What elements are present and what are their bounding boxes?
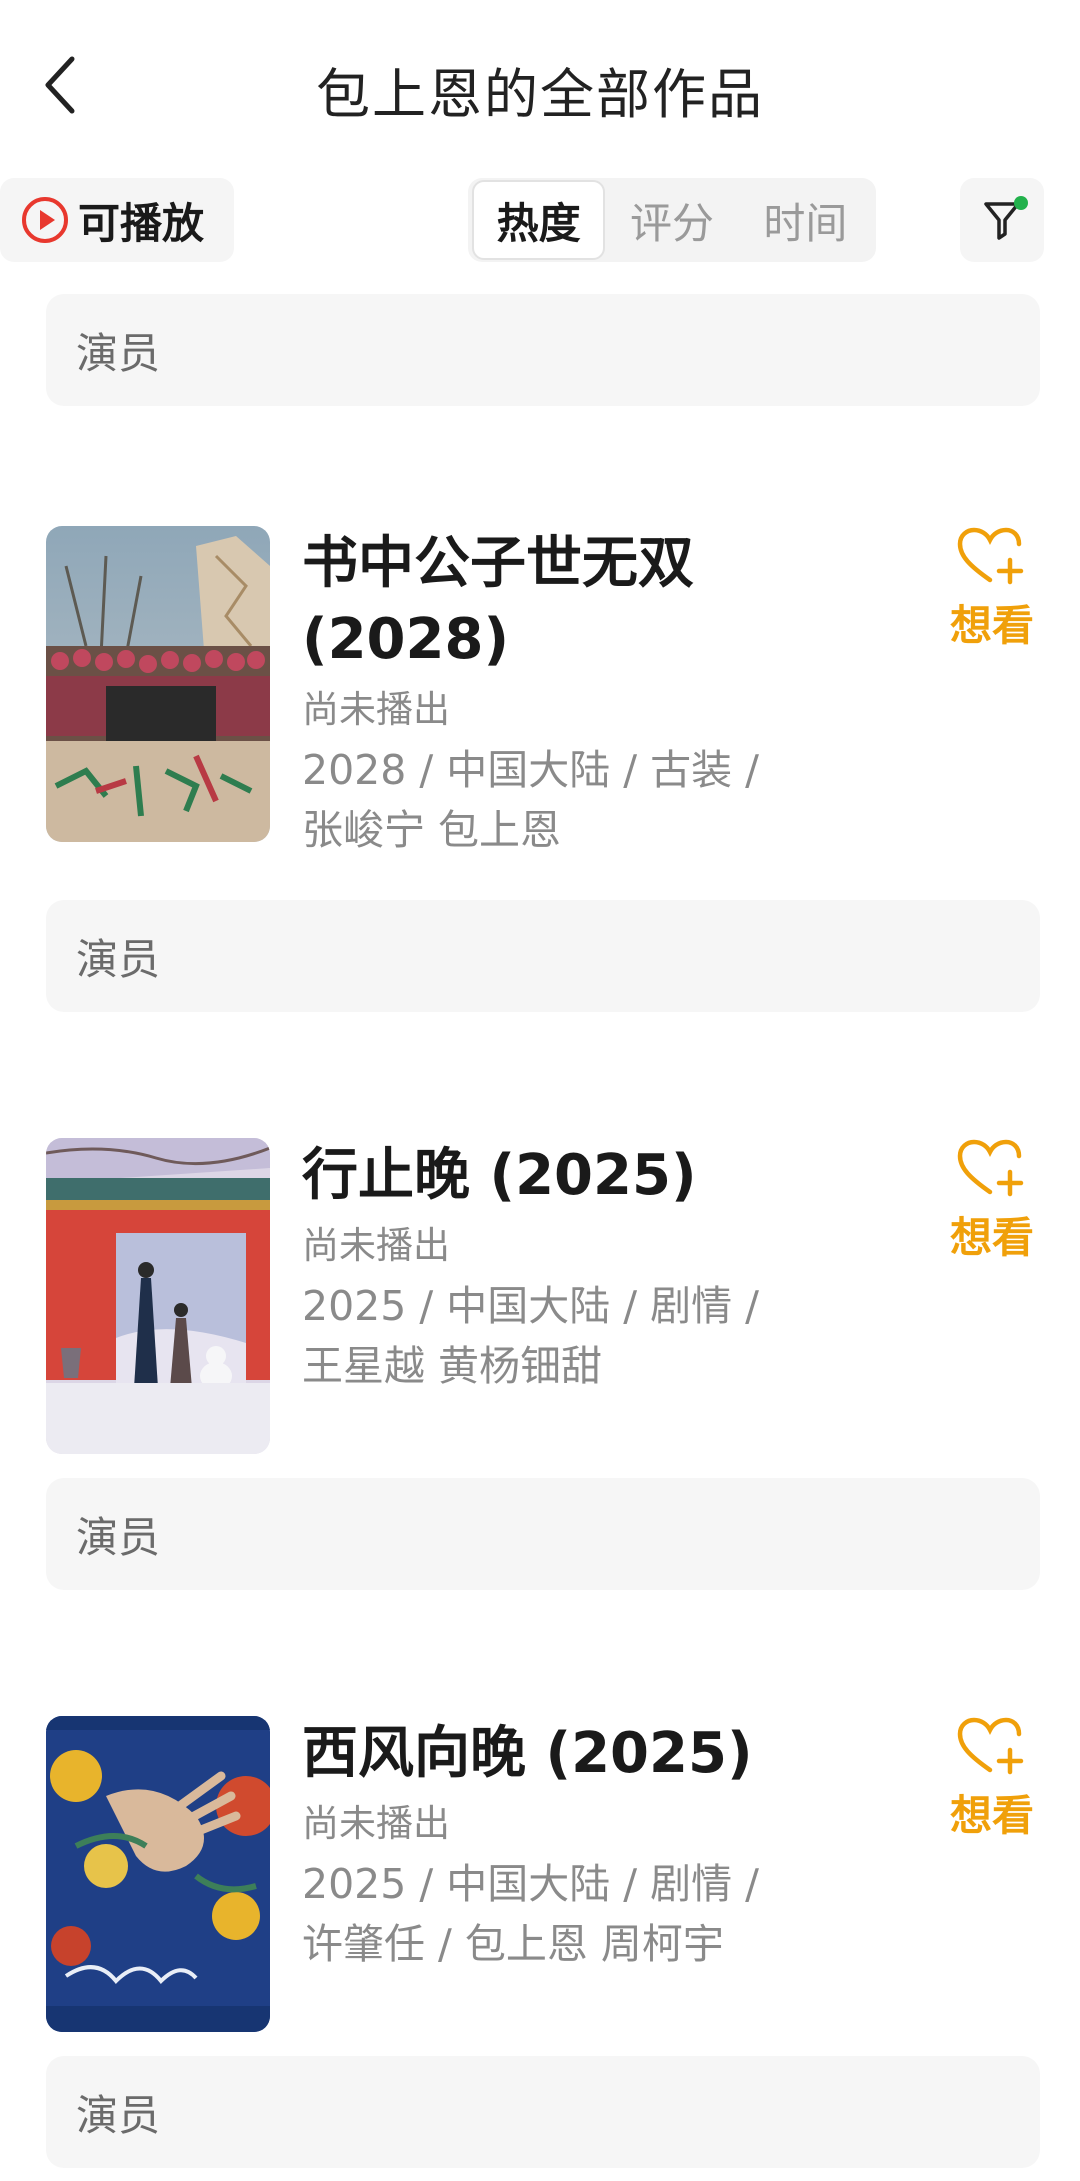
tab-time[interactable]: 时间 [739,180,872,260]
want-to-watch-label: 想看 [949,1213,1034,1262]
heart-plus-icon [957,1139,1024,1197]
film-meta: 2028 / 中国大陆 / 古装 / [302,746,759,794]
palace-winter-poster [46,1138,270,1454]
film-meta: 2025 / 中国大陆 / 剧情 / [302,1860,759,1908]
film-title: 书中公子世无双 (2028) [302,531,694,672]
film-info: 行止晚 (2025) 尚未播出 2025 / 中国大陆 / 剧情 / 王星越 黄… [302,1138,922,1396]
film-card[interactable]: 书中公子世无双 (2028) 尚未播出 2028 / 中国大陆 / 古装 / 张峻… [46,526,1040,856]
role-label: 演员 [76,328,161,378]
playable-filter-button[interactable]: 可播放 [0,178,234,262]
filter-active-dot [1014,196,1028,210]
film-status: 尚未播出 [302,688,450,731]
filter-button[interactable] [960,178,1044,262]
film-status: 尚未播出 [302,1802,450,1845]
toolbar: 可播放 热度 评分 时间 [0,178,1080,264]
flowers-hands-poster [46,1716,270,2032]
role-bar[interactable]: 演员 [46,2056,1040,2168]
role-bar[interactable]: 演员 [46,900,1040,1012]
film-title: 行止晚 (2025) [302,1143,697,1208]
heart-plus-icon [957,527,1024,585]
film-status: 尚未播出 [302,1224,450,1267]
poster-image[interactable] [46,1138,270,1454]
playable-label: 可播放 [78,198,205,248]
film-cast: 王星越 黄杨钿甜 [302,1342,603,1390]
film-title: 西风向晚 (2025) [302,1721,753,1786]
film-info: 书中公子世无双 (2028) 尚未播出 2028 / 中国大陆 / 古装 / 张峻… [302,526,922,860]
group-photo-poster [46,526,270,842]
want-to-watch-button[interactable]: 想看 [944,1138,1040,1265]
role-bar[interactable]: 演员 [46,1478,1040,1590]
film-cast: 张峻宁 包上恩 [302,806,562,854]
want-to-watch-label: 想看 [949,1791,1034,1840]
film-cast: 许肇任 / 包上恩 周柯宇 [302,1920,724,1968]
sort-tabs: 热度 评分 时间 [468,178,876,262]
film-card[interactable]: 西风向晚 (2025) 尚未播出 2025 / 中国大陆 / 剧情 / 许肇任 … [46,1716,1040,2046]
tab-popularity[interactable]: 热度 [472,180,606,260]
film-info: 西风向晚 (2025) 尚未播出 2025 / 中国大陆 / 剧情 / 许肇任 … [302,1716,922,1974]
role-bar[interactable]: 演员 [46,294,1040,406]
poster-image[interactable] [46,526,270,842]
want-to-watch-button[interactable]: 想看 [944,1716,1040,1843]
want-to-watch-button[interactable]: 想看 [944,526,1040,653]
role-label: 演员 [76,2090,161,2140]
page-title: 包上恩的全部作品 [316,63,764,126]
role-label: 演员 [76,934,161,984]
header: 包上恩的全部作品 [0,0,1080,170]
play-circle-icon [22,197,68,243]
heart-plus-icon [957,1717,1024,1775]
tab-rating[interactable]: 评分 [605,180,738,260]
film-meta: 2025 / 中国大陆 / 剧情 / [302,1282,759,1330]
film-card[interactable]: 行止晚 (2025) 尚未播出 2025 / 中国大陆 / 剧情 / 王星越 黄… [46,1138,1040,1468]
poster-image[interactable] [46,1716,270,2032]
role-label: 演员 [76,1512,161,1562]
want-to-watch-label: 想看 [949,601,1034,650]
